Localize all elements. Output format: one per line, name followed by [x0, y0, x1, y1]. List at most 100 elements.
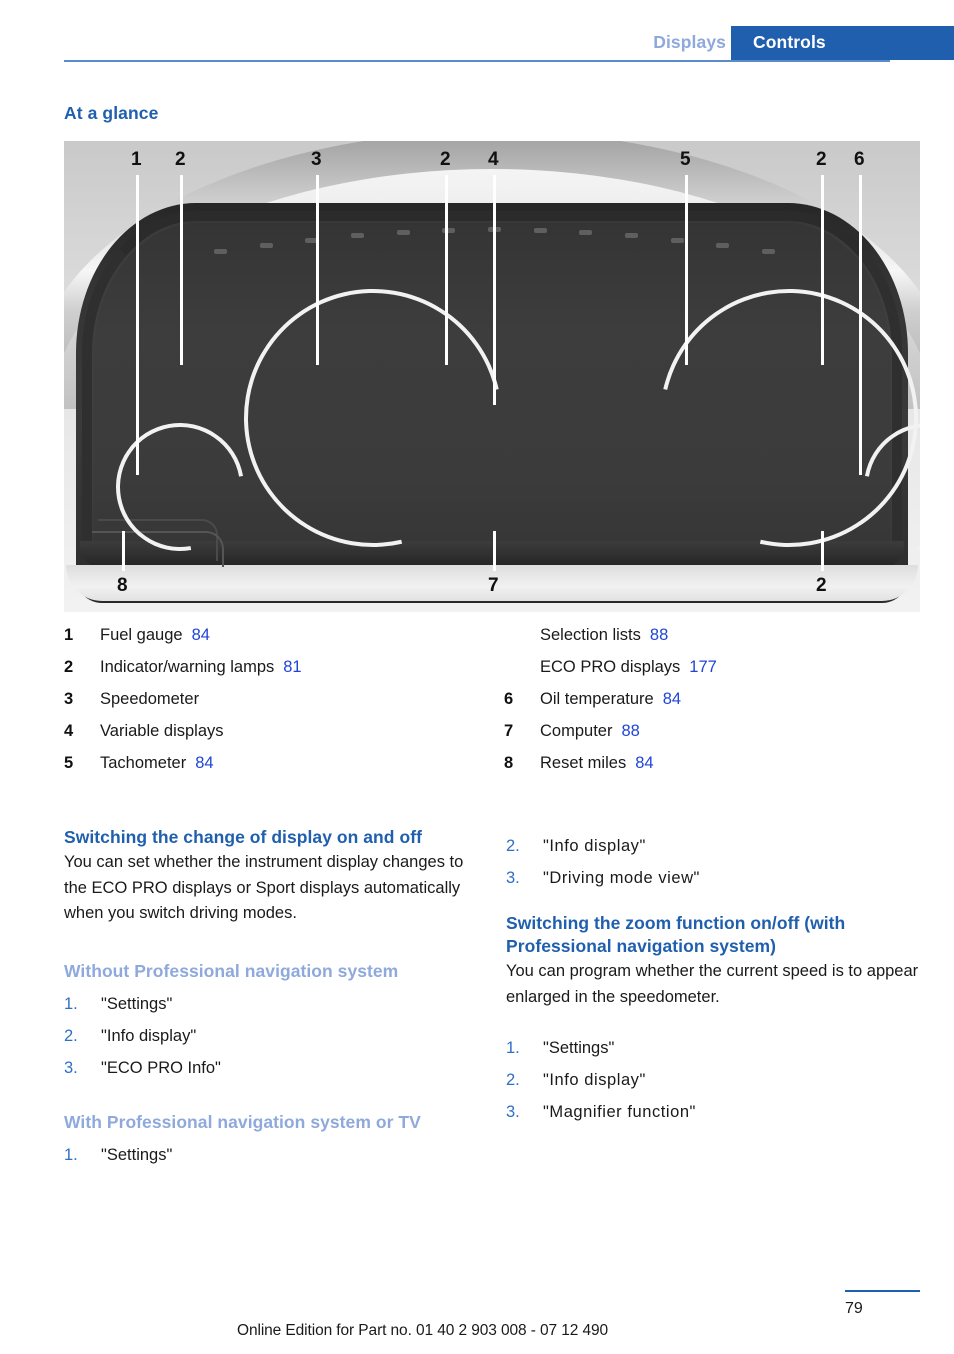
- callout-leader-line: [445, 175, 448, 365]
- list-item-label: "Info display": [101, 1026, 197, 1045]
- legend-page-reference[interactable]: 177: [689, 658, 717, 677]
- list-item[interactable]: 3. "Driving mode view": [506, 862, 924, 894]
- heading-with-nav: With Professional navigation system or T…: [64, 1111, 421, 1132]
- list-item-number: 1.: [64, 994, 78, 1013]
- warning-lamp-icon: [396, 229, 410, 235]
- warning-lamp-icon: [625, 233, 638, 239]
- legend-label: Oil temperature: [540, 690, 654, 708]
- steps-without-nav: 1. "Settings" 2. "Info display" 3. "ECO PRO I…: [64, 988, 482, 1084]
- paragraph-zoom-function: You can program whether the current spee…: [506, 962, 919, 1006]
- legend-column-left: 1 Fuel gauge 84 2 Indicator/warning lamps 81 3…: [64, 626, 494, 786]
- callout-leader-line: [136, 175, 139, 475]
- list-item-label: "Settings": [101, 994, 173, 1013]
- callout-leader-line: [821, 175, 824, 365]
- list-item-number: 2.: [506, 837, 520, 855]
- callout-leader-line: [859, 175, 862, 475]
- legend-row: 8 Reset miles 84: [504, 754, 934, 786]
- legend-row: Selection lists 88: [504, 626, 934, 658]
- callout-number: 2: [175, 149, 186, 170]
- legend-label: Speedometer: [100, 690, 200, 708]
- list-item-label: "Settings": [543, 1039, 615, 1057]
- callout-leader-line: [122, 531, 125, 571]
- header-divider: [64, 60, 890, 62]
- list-item-number: 1.: [506, 1039, 520, 1057]
- legend-label: ECO PRO displays: [540, 658, 681, 676]
- callout-number: 5: [680, 149, 691, 170]
- list-item-number: 2.: [64, 1026, 78, 1045]
- warning-lamp-icon: [351, 233, 364, 239]
- callout-number: 2: [440, 149, 451, 170]
- warning-lamp-icon: [762, 249, 775, 254]
- list-item[interactable]: 2. "Info display": [506, 830, 924, 862]
- list-item-label: "ECO PRO Info": [101, 1058, 221, 1077]
- list-item-number: 1.: [64, 1145, 78, 1164]
- warning-lamp-icon: [533, 227, 547, 233]
- warning-lamp-icon: [579, 229, 593, 235]
- callout-number: 2: [816, 149, 827, 170]
- legend-row: 3 Speedometer: [64, 690, 494, 722]
- list-item[interactable]: 1. "Settings": [506, 1032, 924, 1064]
- callout-number: 4: [488, 149, 499, 170]
- list-item-number: 3.: [506, 1103, 520, 1121]
- list-item[interactable]: 2. "Info display": [506, 1064, 924, 1096]
- footer-divider: [845, 1290, 920, 1292]
- legend-label: Tachometer: [100, 754, 187, 772]
- legend-row: 1 Fuel gauge 84: [64, 626, 494, 658]
- legend-index: 1: [64, 626, 74, 644]
- list-item-number: 2.: [506, 1071, 520, 1089]
- legend-page-reference[interactable]: 81: [283, 658, 301, 677]
- callout-number: 6: [854, 149, 865, 170]
- legend-index: 7: [504, 722, 514, 740]
- list-item-label: "Magnifier function": [543, 1103, 696, 1121]
- callout-leader-line: [493, 531, 496, 571]
- warning-lamp-icon: [716, 243, 730, 249]
- callout-number: 3: [311, 149, 322, 170]
- list-item-label: "Driving mode view": [543, 869, 700, 887]
- steps-zoom-function: 1. "Settings" 2. "Info display" 3. "Magnifier…: [506, 1032, 924, 1128]
- legend-row: ECO PRO displays 177: [504, 658, 934, 690]
- list-item[interactable]: 2. "Info display": [64, 1020, 482, 1052]
- footer-edition-text: Online Edition for Part no. 01 40 2 903 …: [237, 1322, 609, 1339]
- steps-with-nav-part1: 1. "Settings": [64, 1139, 482, 1171]
- legend-row: 2 Indicator/warning lamps 81: [64, 658, 494, 690]
- list-item-number: 3.: [506, 869, 520, 887]
- legend-index: 8: [504, 754, 514, 772]
- page-number: 79: [845, 1300, 863, 1317]
- legend-page-reference[interactable]: 84: [635, 754, 653, 773]
- legend-page-reference[interactable]: 84: [663, 690, 681, 709]
- legend-row: 6 Oil temperature 84: [504, 690, 934, 722]
- list-item[interactable]: 3. "Magnifier function": [506, 1096, 924, 1128]
- steps-with-nav-part2: 2. "Info display" 3. "Driving mode view": [506, 830, 924, 894]
- callout-leader-line: [180, 175, 183, 365]
- legend-index: 2: [64, 658, 74, 676]
- legend-index: 3: [64, 690, 74, 708]
- legend-page-reference[interactable]: 88: [650, 626, 668, 645]
- legend-label: Selection lists: [540, 626, 641, 644]
- legend-index: 6: [504, 690, 514, 708]
- callout-number: 1: [131, 149, 142, 170]
- legend-label: Indicator/warning lamps: [100, 658, 275, 676]
- list-item[interactable]: 1. "Settings": [64, 988, 482, 1020]
- legend-page-reference[interactable]: 84: [195, 754, 213, 773]
- list-item[interactable]: 3. "ECO PRO Info": [64, 1052, 482, 1084]
- legend-label: Variable displays: [100, 722, 224, 740]
- legend-row: 7 Computer 88: [504, 722, 934, 754]
- heading-zoom-function: Switching the zoom function on/off (with…: [506, 913, 846, 956]
- list-item[interactable]: 1. "Settings": [64, 1139, 482, 1171]
- legend-row: 4 Variable displays: [64, 722, 494, 754]
- list-item-label: "Settings": [101, 1145, 173, 1164]
- tab-controls[interactable]: Controls: [731, 26, 954, 60]
- legend-column-right: Selection lists 88 ECO PRO displays 177 6 Oil…: [504, 626, 934, 786]
- legend-index: 4: [64, 722, 74, 740]
- legend-label: Fuel gauge: [100, 626, 183, 644]
- legend-page-reference[interactable]: 84: [192, 626, 210, 645]
- callout-leader-line: [685, 175, 688, 365]
- tab-displays[interactable]: Displays: [653, 32, 726, 53]
- legend-page-reference[interactable]: 88: [621, 722, 639, 741]
- callout-number: 2: [816, 575, 827, 596]
- heading-without-nav: Without Professional navigation system: [64, 960, 399, 981]
- legend-row: 5 Tachometer 84: [64, 754, 494, 786]
- callout-leader-line: [493, 175, 496, 405]
- callout-number: 7: [488, 575, 499, 596]
- list-item-label: "Info display": [543, 837, 646, 855]
